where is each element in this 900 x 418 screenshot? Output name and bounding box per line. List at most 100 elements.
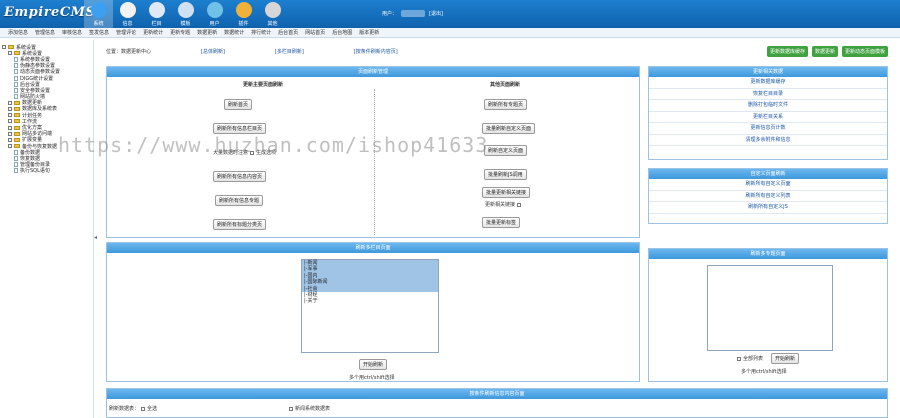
expand-box-icon[interactable] (8, 131, 12, 136)
special-multi-select-hint: 多个用ctrl/shift选择 (741, 369, 787, 375)
quick-nav-item[interactable]: 审核信息 (62, 29, 82, 36)
list-link[interactable]: 刷新所有自定义列表 (649, 191, 887, 202)
topnav-label: 模板 (180, 21, 191, 27)
note-checkbox[interactable] (250, 150, 255, 155)
sidebar-tree: 系统设置 系统设置 系统参数设置 伪静态参数设置 动态页面参数设置 DIGG统计设置 后台设… (0, 40, 92, 418)
quick-nav-item[interactable]: 数据统计 (224, 29, 244, 36)
list-link[interactable]: 更新信息页计数 (649, 123, 887, 135)
start-refresh-columns-button[interactable]: 开始刷新 (359, 359, 388, 370)
quick-nav-item[interactable]: 网站首页 (305, 29, 325, 36)
refresh-all-content-pages-button[interactable]: 刷新所有信息内容页 (213, 171, 267, 182)
user-icon (206, 2, 223, 18)
expand-box-icon[interactable] (8, 51, 12, 56)
list-link[interactable]: 清理多余附件和信息 (649, 135, 887, 146)
topnav-label: 插件 (238, 21, 249, 27)
expand-box-icon[interactable] (8, 119, 12, 124)
panel-title: 刷新多栏目页面 (107, 243, 639, 253)
column-refresh-panel: 刷新多栏目页面 |-新闻 |-军事 |-国内 |-国际新闻 |-社会 |-财经 |-关于 开… (106, 242, 640, 382)
expand-box-icon[interactable] (2, 45, 6, 50)
quick-nav-item[interactable]: 签发信息 (89, 29, 109, 36)
panel-title: 按条件刷新信息内容页面 (107, 389, 887, 399)
quick-nav-bar: 添加信息 管理信息 审核信息 签发信息 管理评论 更新统计 更新专题 数据更新 数据统计 排行统计… (0, 28, 900, 38)
batch-refresh-js-button[interactable]: 批量刷新JS调用 (484, 169, 527, 180)
page-icon (14, 69, 18, 75)
topnav-item-4[interactable]: 用户 (200, 0, 229, 28)
all-list-checkbox[interactable] (737, 356, 741, 361)
document-icon (119, 2, 136, 18)
topnav-item-6[interactable]: 其他 (258, 0, 287, 28)
quick-nav-item[interactable]: 版本更新 (359, 29, 379, 36)
column-option[interactable]: |-关于 (302, 298, 438, 304)
logout-link[interactable]: [退出] (429, 10, 443, 17)
quick-nav-item[interactable]: 管理评论 (116, 29, 136, 36)
multi-select-hint: 多个用ctrl/shift选择 (349, 375, 395, 381)
refresh-all-topics-button[interactable]: 刷新所有信息专题 (215, 195, 264, 206)
batch-refresh-custom-pages-button[interactable]: 批量刷新自定义页面 (482, 123, 536, 134)
page-icon (14, 56, 18, 62)
list-link[interactable]: 更新栏目关系 (649, 112, 887, 123)
page-icon (14, 149, 18, 155)
list-link[interactable]: 刷新所有自定义页面 (649, 179, 887, 191)
special-refresh-panel: 刷新多专题页面 全部列表 开始刷新 多个用ctrl/shift选择 (648, 248, 888, 382)
topnav-item-0[interactable]: 系统 (84, 0, 113, 28)
expand-box-icon[interactable] (8, 137, 12, 142)
location-text: 位置：数据更新中心 (106, 49, 152, 55)
topnav-item-5[interactable]: 插件 (229, 0, 258, 28)
quick-nav-item[interactable]: 后台地图 (332, 29, 352, 36)
topnav-item-3[interactable]: 模板 (171, 0, 200, 28)
top-action-buttons: 更新数据库缓存 数据更新 更新动态页面模板 (766, 46, 888, 57)
template-icon (177, 2, 194, 18)
quick-nav-item[interactable]: 排行统计 (251, 29, 271, 36)
collapse-arrow-icon[interactable]: ◂ (94, 234, 97, 241)
top-nav: 系统 信息 栏目 模板 用户 插件 其他 (84, 0, 287, 28)
link-refresh-columns[interactable]: [多栏目刷新] (275, 48, 304, 55)
globe-icon (90, 2, 107, 18)
link-refresh-all[interactable]: [总体刷新] (201, 48, 225, 55)
quick-nav-item[interactable]: 管理信息 (35, 29, 55, 36)
topnav-label: 用户 (209, 21, 220, 27)
quick-nav-item[interactable]: 添加信息 (8, 29, 28, 36)
list-link[interactable]: 恢复栏目目录 (649, 89, 887, 100)
sidebar-splitter[interactable]: ◂ (93, 40, 97, 418)
data-update-button[interactable]: 数据更新 (811, 46, 838, 57)
refresh-custom-page-button[interactable]: 刷新自定义页面 (484, 145, 528, 156)
refresh-all-special-pages-button[interactable]: 刷新所有专题页 (484, 99, 528, 110)
select-all-checkbox[interactable] (141, 406, 146, 411)
related-links-check: 更新相关链接 (485, 201, 523, 208)
tree-node[interactable]: 执行SQL语句 (2, 168, 90, 174)
expand-box-icon[interactable] (8, 144, 12, 149)
refresh-all-column-pages-button[interactable]: 刷新所有信息栏目页 (213, 123, 267, 134)
link-refresh-by-condition[interactable]: [按条件刷新内容页] (354, 48, 398, 55)
custom-pages-panel: 自定义页面刷新 刷新所有自定义页面 刷新所有自定义列表 刷新所有自定义JS (648, 168, 888, 224)
username-blurred (401, 10, 426, 17)
batch-update-related-links-button[interactable]: 批量更新相关链接 (482, 187, 531, 198)
topnav-item-1[interactable]: 信息 (113, 0, 142, 28)
quick-nav-item[interactable]: 更新专题 (170, 29, 190, 36)
list-link[interactable]: 刷新所有自定义JS (649, 202, 887, 214)
news-table-check: 新闻系统数据表 (287, 405, 330, 412)
news-table-checkbox[interactable] (289, 406, 293, 411)
related-links-checkbox[interactable] (517, 202, 522, 207)
update-cache-button[interactable]: 更新数据库缓存 (766, 46, 808, 57)
list-link[interactable]: 更新数据库缓存 (649, 77, 887, 89)
refresh-index-button[interactable]: 刷新首页 (224, 99, 253, 110)
list-link[interactable]: 删除打包临时文件 (649, 100, 887, 112)
batch-update-tags-button[interactable]: 批量更新标签 (482, 217, 521, 228)
expand-box-icon[interactable] (8, 106, 12, 111)
expand-box-icon[interactable] (8, 113, 12, 118)
refresh-all-title-class-button[interactable]: 刷新所有标题分类页 (213, 219, 267, 230)
quick-nav-item[interactable]: 数据更新 (197, 29, 217, 36)
expand-box-icon[interactable] (8, 100, 12, 105)
column-select-list[interactable]: |-新闻 |-军事 |-国内 |-国际新闻 |-社会 |-财经 |-关于 (301, 259, 439, 353)
folder-icon (14, 100, 20, 105)
update-dynamic-template-button[interactable]: 更新动态页面模板 (841, 46, 888, 57)
page-icon (14, 75, 18, 81)
expand-box-icon[interactable] (8, 125, 12, 130)
topnav-item-2[interactable]: 栏目 (142, 0, 171, 28)
start-refresh-special-button[interactable]: 开始刷新 (771, 353, 800, 364)
quick-nav-item[interactable]: 后台首页 (278, 29, 298, 36)
right-column-title: 其他页面刷新 (490, 82, 521, 88)
quick-nav-item[interactable]: 更新统计 (143, 29, 163, 36)
special-select-list[interactable] (707, 265, 833, 351)
folder-icon (14, 137, 20, 142)
